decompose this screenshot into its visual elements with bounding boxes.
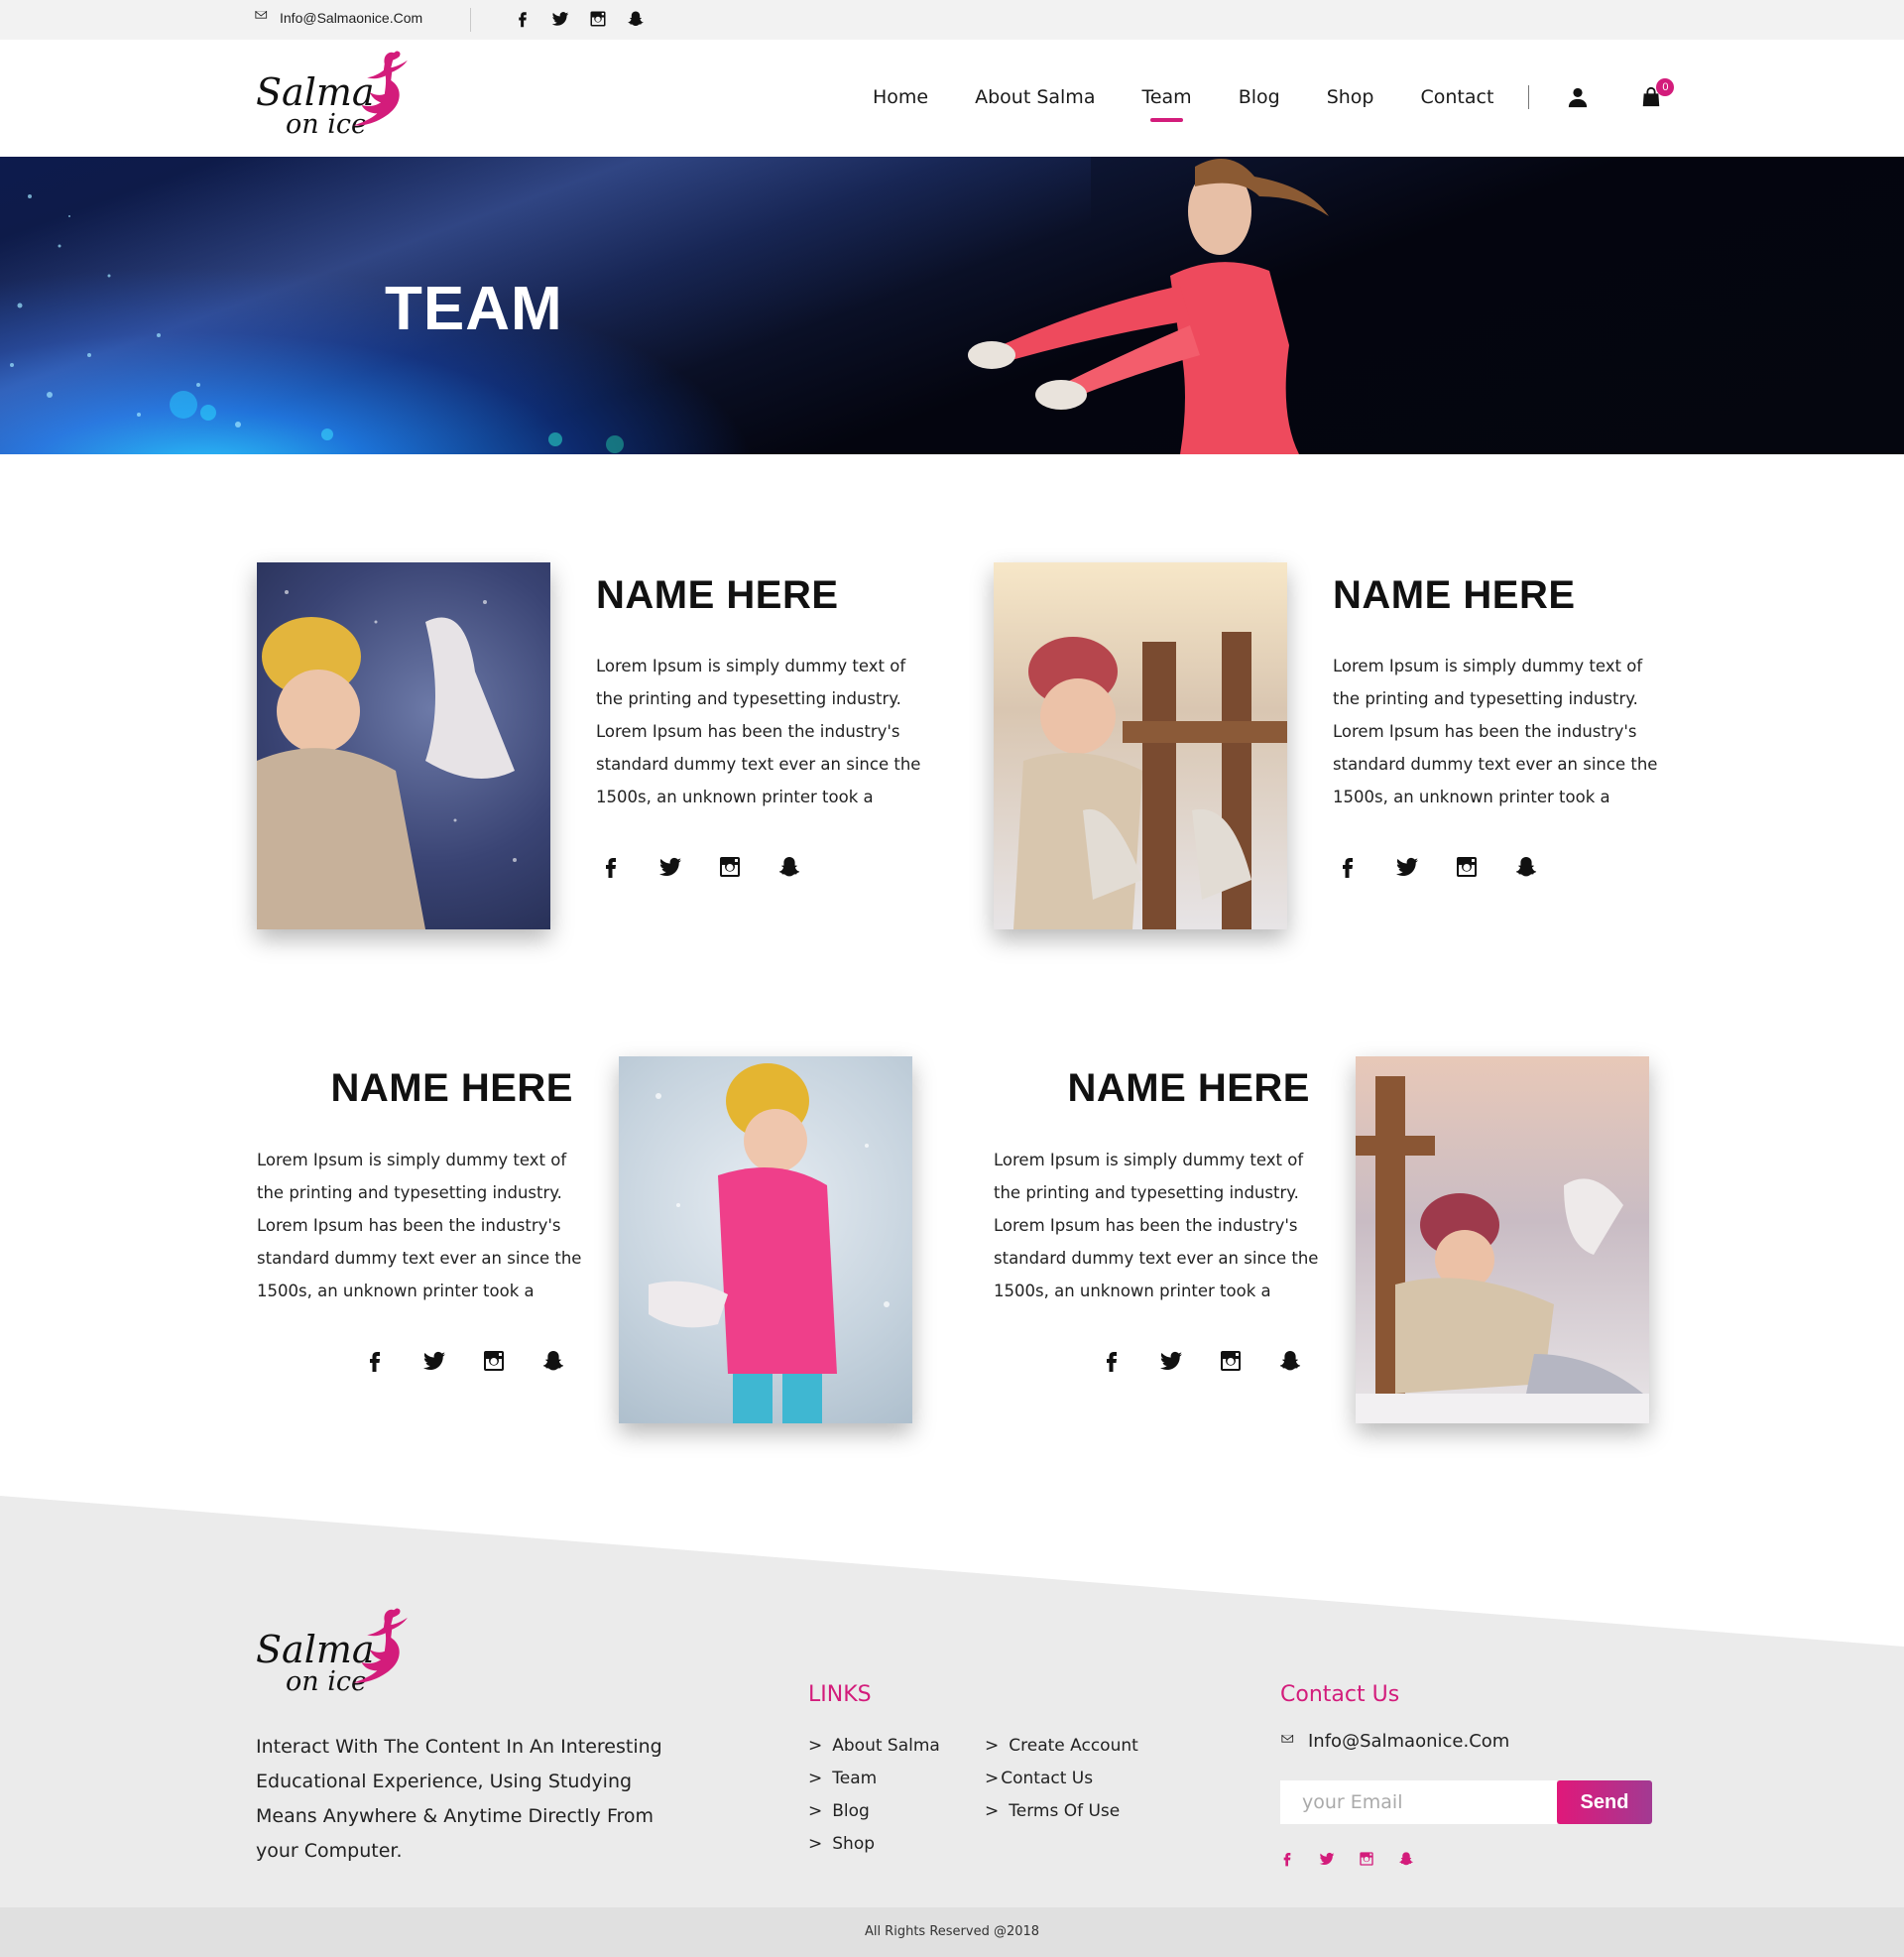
copyright-bar: All Rights Reserved @2018 [0, 1907, 1904, 1957]
team-social-3 [363, 1349, 565, 1373]
topbar-social [514, 10, 645, 28]
team-photo-4-art [1356, 1076, 1649, 1423]
footer-link-terms-of-use[interactable]: > Terms Of Use [985, 1795, 1138, 1828]
newsletter-form: Send [1280, 1780, 1652, 1824]
team-name-2: NAME HERE [1333, 573, 1576, 617]
snapchat-icon[interactable] [1398, 1851, 1414, 1867]
facebook-icon[interactable] [599, 855, 623, 879]
twitter-icon[interactable] [551, 10, 569, 28]
user-icon[interactable] [1567, 86, 1589, 108]
facebook-icon[interactable] [363, 1349, 387, 1373]
footer-social [1279, 1851, 1414, 1867]
team-photo-3-art [649, 1063, 890, 1423]
nav-divider [1528, 85, 1530, 109]
instagram-icon[interactable] [1219, 1349, 1243, 1373]
chevron-right-icon: > [985, 1736, 1000, 1756]
footer-contact-heading: Contact Us [1280, 1682, 1400, 1707]
twitter-icon[interactable] [1319, 1851, 1335, 1867]
facebook-icon[interactable] [1336, 855, 1360, 879]
team-photo-2 [994, 562, 1287, 929]
hero-skater-image [968, 159, 1329, 454]
chevron-right-icon: > [808, 1736, 823, 1756]
facebook-icon[interactable] [514, 10, 532, 28]
main-nav: Home About Salma Team Blog Shop Contact … [873, 78, 1675, 122]
team-name-1: NAME HERE [596, 573, 839, 617]
instagram-icon[interactable] [1455, 855, 1479, 879]
footer-link-create-account[interactable]: > Create Account [985, 1730, 1138, 1763]
team-bio-3: Lorem Ipsum is simply dummy text of the … [257, 1151, 582, 1300]
snapchat-icon[interactable] [627, 10, 645, 28]
footer-email[interactable]: Info@Salmaonice.Com [1280, 1731, 1509, 1752]
team-photo-4 [1356, 1056, 1649, 1423]
footer-links-heading: LINKS [808, 1682, 872, 1707]
topbar-email-text: Info@Salmaonice.Com [280, 10, 423, 26]
instagram-icon[interactable] [1359, 1851, 1374, 1867]
nav-contact[interactable]: Contact [1420, 86, 1493, 108]
footer-link-team[interactable]: > Team [808, 1763, 940, 1795]
cart-count-badge: 0 [1656, 78, 1675, 96]
team-social-2 [1336, 855, 1538, 879]
footer-email-text: Info@Salmaonice.Com [1308, 1731, 1510, 1752]
team-photo-2-art [1013, 632, 1287, 929]
footer-logo-word-2: on ice [286, 1666, 367, 1697]
chevron-right-icon: > [985, 1801, 1000, 1821]
team-bio-1: Lorem Ipsum is simply dummy text of the … [596, 657, 921, 806]
nav-home[interactable]: Home [873, 86, 928, 108]
instagram-icon[interactable] [718, 855, 742, 879]
nav-shop[interactable]: Shop [1327, 86, 1374, 108]
facebook-icon[interactable] [1100, 1349, 1124, 1373]
topbar-email[interactable]: Info@Salmaonice.Com [254, 10, 422, 26]
footer-description: Interact With The Content In An Interest… [256, 1736, 662, 1862]
site-header: Salma on ice Home About Salma Team Blog … [0, 40, 1904, 157]
site-logo[interactable]: Salma on ice [254, 48, 418, 148]
team-photo-3 [619, 1056, 912, 1423]
team-social-1 [599, 855, 801, 879]
team-photo-1-art [257, 590, 517, 929]
nav-team[interactable]: Team [1141, 86, 1192, 122]
team-bio-4: Lorem Ipsum is simply dummy text of the … [994, 1151, 1319, 1300]
twitter-icon[interactable] [1159, 1349, 1183, 1373]
twitter-icon[interactable] [658, 855, 682, 879]
footer-links-col2: > Create Account > Contact Us > Terms Of Us… [985, 1730, 1138, 1828]
team-bio-2: Lorem Ipsum is simply dummy text of the … [1333, 657, 1658, 806]
logo-word-2: on ice [286, 109, 367, 140]
footer-link-about-salma[interactable]: > About Salma [808, 1730, 940, 1763]
team-photo-1 [257, 562, 550, 929]
twitter-icon[interactable] [1395, 855, 1419, 879]
topbar-divider [470, 8, 471, 32]
team-name-4: NAME HERE [1067, 1066, 1310, 1110]
chevron-right-icon: > [808, 1801, 823, 1821]
chevron-right-icon: > [985, 1769, 1000, 1788]
mail-icon [1280, 1735, 1298, 1749]
top-bar: Info@Salmaonice.Com [0, 0, 1904, 40]
facebook-icon[interactable] [1279, 1851, 1295, 1867]
page-title: TEAM [385, 275, 563, 343]
footer-link-blog[interactable]: > Blog [808, 1795, 940, 1828]
chevron-right-icon: > [808, 1769, 823, 1788]
nav-blog[interactable]: Blog [1239, 86, 1280, 108]
nav-about-salma[interactable]: About Salma [975, 86, 1095, 108]
twitter-icon[interactable] [422, 1349, 446, 1373]
cart-icon[interactable]: 0 [1640, 78, 1675, 108]
send-button[interactable]: Send [1557, 1780, 1652, 1824]
email-input[interactable] [1280, 1780, 1557, 1824]
logo-word-1: Salma [256, 70, 375, 114]
instagram-icon[interactable] [482, 1349, 506, 1373]
snapchat-icon[interactable] [541, 1349, 565, 1373]
instagram-icon[interactable] [589, 10, 607, 28]
footer-links-col1: > About Salma > Team > Blog > Shop [808, 1730, 940, 1861]
team-social-4 [1100, 1349, 1302, 1373]
snapchat-icon[interactable] [1514, 855, 1538, 879]
chevron-right-icon: > [808, 1834, 823, 1854]
footer-link-shop[interactable]: > Shop [808, 1828, 940, 1861]
site-footer: Salma on ice Interact With The Content I… [0, 1496, 1904, 1907]
mail-icon [254, 11, 272, 25]
team-name-3: NAME HERE [330, 1066, 573, 1110]
hero-banner: TEAM [0, 157, 1904, 454]
snapchat-icon[interactable] [777, 855, 801, 879]
footer-logo[interactable]: Salma on ice [254, 1605, 418, 1705]
snapchat-icon[interactable] [1278, 1349, 1302, 1373]
footer-logo-word-1: Salma [256, 1628, 375, 1671]
footer-link-contact-us[interactable]: > Contact Us [985, 1763, 1138, 1795]
